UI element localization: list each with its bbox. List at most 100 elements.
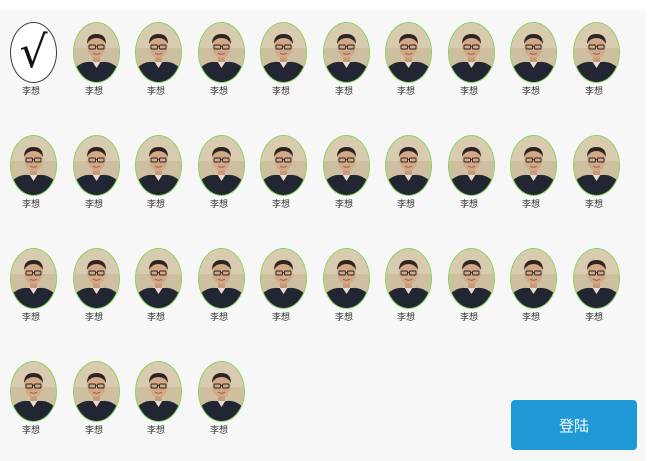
avatar-name-label: 李想 xyxy=(209,200,228,210)
avatar-name-label: 李想 xyxy=(521,200,540,210)
avatar-photo[interactable] xyxy=(510,22,557,83)
avatar-name-label: 李想 xyxy=(521,87,540,97)
avatar-photo[interactable] xyxy=(385,22,432,83)
avatar-item[interactable]: 李想 xyxy=(125,238,187,334)
avatar-item[interactable]: 李想 xyxy=(125,351,187,447)
avatar-photo[interactable] xyxy=(73,135,120,196)
avatar-photo[interactable] xyxy=(198,361,245,422)
person-photo xyxy=(574,136,619,195)
avatar-photo[interactable] xyxy=(323,248,370,309)
avatar-photo[interactable] xyxy=(323,135,370,196)
avatar-item[interactable]: 李想 xyxy=(63,238,125,334)
avatar-photo[interactable] xyxy=(73,22,120,83)
person-photo xyxy=(261,23,306,82)
avatar-photo[interactable] xyxy=(135,361,182,422)
avatar-photo[interactable] xyxy=(573,248,620,309)
avatar-item[interactable]: 李想 xyxy=(563,238,625,334)
person-photo xyxy=(386,136,431,195)
avatar-photo[interactable] xyxy=(385,135,432,196)
avatar-item[interactable]: 李想 xyxy=(250,125,312,221)
avatar-photo[interactable] xyxy=(198,248,245,309)
person-photo xyxy=(136,23,181,82)
avatar-photo[interactable] xyxy=(10,361,57,422)
person-photo xyxy=(511,136,556,195)
avatar-item[interactable]: 李想 xyxy=(125,12,187,108)
avatar-item[interactable]: 李想 xyxy=(250,238,312,334)
avatar-item[interactable]: 李想 xyxy=(375,12,437,108)
person-photo xyxy=(74,23,119,82)
avatar-name-label: 李想 xyxy=(21,200,40,210)
avatar-name-label: 李想 xyxy=(209,426,228,436)
avatar-photo[interactable] xyxy=(135,135,182,196)
avatar-item[interactable]: 李想 xyxy=(188,351,250,447)
avatar-name-label: 李想 xyxy=(396,87,415,97)
person-photo xyxy=(324,23,369,82)
avatar-name-label: 李想 xyxy=(84,313,103,323)
avatar-item[interactable]: 李想 xyxy=(188,12,250,108)
avatar-item[interactable]: 李想 xyxy=(188,125,250,221)
avatar-photo[interactable] xyxy=(73,248,120,309)
avatar-item[interactable]: 李想 xyxy=(188,238,250,334)
avatar-photo[interactable] xyxy=(510,248,557,309)
avatar-item[interactable]: 李想 xyxy=(0,125,62,221)
person-photo xyxy=(74,136,119,195)
avatar-photo[interactable] xyxy=(135,22,182,83)
avatar-item[interactable]: 李想 xyxy=(500,238,562,334)
person-photo xyxy=(574,23,619,82)
avatar-photo[interactable] xyxy=(448,135,495,196)
avatar-item[interactable]: 李想 xyxy=(0,351,62,447)
avatar-photo[interactable] xyxy=(448,248,495,309)
avatar-item[interactable]: 李想 xyxy=(63,351,125,447)
avatar-item[interactable]: 李想 xyxy=(375,125,437,221)
avatar-name-label: 李想 xyxy=(459,200,478,210)
person-photo xyxy=(74,249,119,308)
avatar-photo[interactable] xyxy=(385,248,432,309)
avatar-item[interactable]: 李想 xyxy=(563,125,625,221)
selected-avatar-frame[interactable]: √ xyxy=(10,22,57,83)
person-photo xyxy=(386,249,431,308)
avatar-name-label: 李想 xyxy=(584,313,603,323)
avatar-photo[interactable] xyxy=(510,135,557,196)
avatar-item[interactable]: 李想 xyxy=(500,12,562,108)
person-photo xyxy=(74,362,119,421)
avatar-photo[interactable] xyxy=(573,22,620,83)
avatar-item[interactable]: 李想 xyxy=(63,125,125,221)
avatar-photo[interactable] xyxy=(73,361,120,422)
avatar-photo[interactable] xyxy=(10,248,57,309)
avatar-photo[interactable] xyxy=(260,22,307,83)
avatar-item[interactable]: 李想 xyxy=(125,125,187,221)
avatar-item[interactable]: 李想 xyxy=(563,12,625,108)
avatar-name-label: 李想 xyxy=(334,313,353,323)
avatar-item[interactable]: 李想 xyxy=(438,125,500,221)
avatar-name-label: 李想 xyxy=(584,200,603,210)
avatar-name-label: 李想 xyxy=(146,313,165,323)
person-photo xyxy=(261,136,306,195)
avatar-photo[interactable] xyxy=(198,135,245,196)
avatar-item[interactable]: 李想 xyxy=(313,12,375,108)
avatar-photo[interactable] xyxy=(573,135,620,196)
avatar-photo[interactable] xyxy=(260,248,307,309)
avatar-photo[interactable] xyxy=(198,22,245,83)
login-button[interactable]: 登陆 xyxy=(511,400,637,450)
person-photo xyxy=(11,136,56,195)
avatar-name-label: 李想 xyxy=(584,87,603,97)
avatar-item[interactable]: 李想 xyxy=(250,12,312,108)
avatar-item[interactable]: 李想 xyxy=(0,238,62,334)
avatar-item[interactable]: √ 李想 xyxy=(0,12,62,108)
avatar-item[interactable]: 李想 xyxy=(313,238,375,334)
avatar-photo[interactable] xyxy=(323,22,370,83)
avatar-photo[interactable] xyxy=(135,248,182,309)
avatar-item[interactable]: 李想 xyxy=(438,12,500,108)
person-photo xyxy=(324,136,369,195)
avatar-name-label: 李想 xyxy=(209,313,228,323)
person-photo xyxy=(511,249,556,308)
avatar-item[interactable]: 李想 xyxy=(500,125,562,221)
avatar-item[interactable]: 李想 xyxy=(313,125,375,221)
person-photo xyxy=(574,249,619,308)
avatar-item[interactable]: 李想 xyxy=(375,238,437,334)
avatar-item[interactable]: 李想 xyxy=(63,12,125,108)
avatar-photo[interactable] xyxy=(10,135,57,196)
avatar-photo[interactable] xyxy=(448,22,495,83)
avatar-photo[interactable] xyxy=(260,135,307,196)
avatar-item[interactable]: 李想 xyxy=(438,238,500,334)
